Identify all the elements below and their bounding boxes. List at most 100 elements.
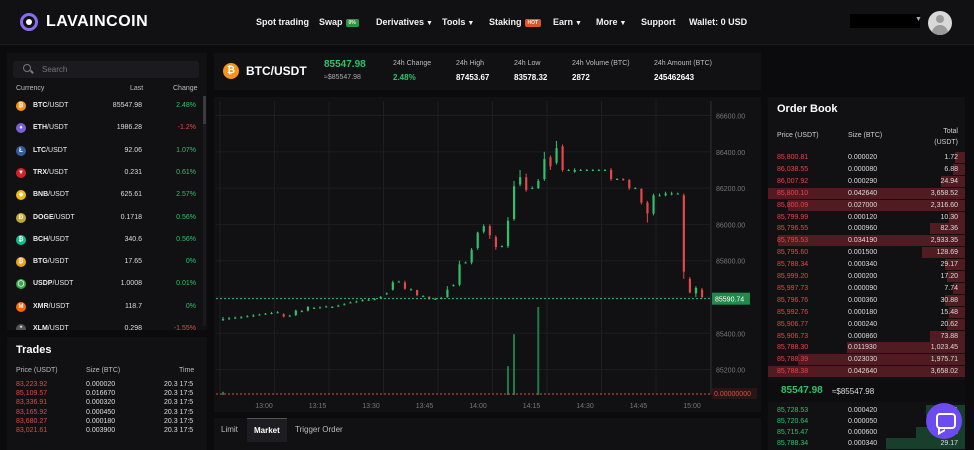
market-scrollbar[interactable]	[203, 96, 206, 326]
tab-trigger-order[interactable]: Trigger Order	[288, 418, 350, 442]
candle-body	[361, 300, 364, 302]
market-pair: BCH/USDT	[33, 236, 69, 243]
ask-row[interactable]: 85,999.20 0.000200 17.20	[768, 271, 965, 282]
candle-body	[288, 315, 291, 317]
ask-row[interactable]: 86,007.92 0.000290 24.94	[768, 175, 965, 187]
ask-size: 0.000120	[848, 213, 878, 221]
ask-row[interactable]: 85,788.34 0.000340 29.17	[768, 259, 965, 271]
market-row-usdp[interactable]: ◯ USDP/USDT 1.0008 0.01%	[7, 274, 207, 296]
tab-limit[interactable]: Limit	[214, 418, 245, 442]
pair-quote: /USDT	[46, 146, 68, 154]
ask-price: 85,992.76	[777, 308, 809, 316]
ask-row[interactable]: 85,906.77 0.000240 20.62	[768, 318, 965, 330]
ask-row[interactable]: 85,800.10 0.042640 3,658.52	[768, 187, 965, 199]
stat-label: 24h Volume (BTC)	[572, 60, 630, 67]
market-row-bnb[interactable]: ◆ BNB/USDT 625.61 2.57%	[7, 185, 207, 207]
nav-item-spot-trading[interactable]: Spot trading	[256, 17, 309, 27]
bid-row[interactable]: 85,788.34 0.000340 29.17	[768, 438, 965, 449]
market-row-xlm[interactable]: * XLM/USDT 0.298 -1.55%	[7, 319, 207, 330]
ask-price: 85,788.30	[777, 344, 809, 352]
currency-header[interactable]: Currency	[16, 85, 44, 92]
tab-market[interactable]: Market	[247, 418, 287, 442]
ask-row[interactable]: 85,992.76 0.000180 15.48	[768, 306, 965, 318]
x-tick-label: 15:00	[683, 403, 701, 410]
nav-item-derivatives[interactable]: Derivatives ▼	[376, 17, 433, 27]
brand-name[interactable]: LAVAINCOIN	[46, 13, 148, 31]
candle-body	[416, 290, 419, 296]
ask-total: 1,975.71	[930, 356, 958, 364]
market-row-btg[interactable]: ₿ BTG/USDT 17.65 0%	[7, 252, 207, 274]
trades-size-header: Size (BTC)	[86, 367, 121, 374]
ask-row[interactable]: 85,796.55 0.000960 82.36	[768, 223, 965, 235]
nav-item-more[interactable]: More ▼	[596, 17, 626, 27]
avatar[interactable]	[928, 11, 952, 35]
pair-base: LTC	[33, 146, 47, 154]
ask-total: 1.72	[944, 154, 958, 161]
market-row-btc[interactable]: ₿ BTC/USDT 85547.98 2.48%	[7, 96, 207, 118]
candle-body	[628, 179, 631, 189]
last-header[interactable]: Last	[130, 85, 143, 92]
change-header[interactable]: Change	[173, 85, 198, 92]
ask-row[interactable]: 85,795.60 0.001500 128.69	[768, 247, 965, 259]
ask-row[interactable]: 85,796.76 0.000360 30.88	[768, 294, 965, 306]
market-row-trx[interactable]: ▼ TRX/USDT 0.231 0.61%	[7, 163, 207, 185]
candle-body	[500, 246, 504, 248]
pair-title[interactable]: BTC/USDT	[246, 64, 307, 78]
chevron-down-icon[interactable]: ▼	[915, 16, 922, 23]
x-tick-label: 14:45	[630, 403, 648, 410]
candle-body	[610, 169, 613, 180]
trade-price: 83,223.92	[16, 381, 48, 388]
candle-body	[403, 282, 407, 289]
ask-row[interactable]: 85,800.09 0.027000 2,316.60	[768, 199, 965, 211]
nav-item-swap[interactable]: Swap 0%	[319, 17, 359, 27]
market-row-eth[interactable]: ♦ ETH/USDT 1986.28 -1.2%	[7, 118, 207, 140]
ask-price: 85,788.39	[777, 356, 809, 364]
market-list-panel: Search Currency Last Change ₿ BTC/USDT 855…	[7, 53, 207, 330]
market-row-doge[interactable]: Ð DOGE/USDT 0.1718 0.56%	[7, 208, 207, 230]
pair-base: BNB	[33, 191, 49, 199]
ask-row[interactable]: 85,788.39 0.023030 1,975.71	[768, 354, 965, 366]
volume-bar	[513, 334, 515, 395]
market-change: 2.57%	[176, 191, 196, 199]
nav-item-tools[interactable]: Tools ▼	[442, 17, 474, 27]
ask-row[interactable]: 85,799.99 0.000120 10.30	[768, 211, 965, 223]
ask-row[interactable]: 85,788.30 0.011930 1,023.45	[768, 342, 965, 354]
bid-size: 0.000050	[848, 418, 878, 425]
pair-quote: /USDT	[48, 191, 70, 199]
nav-item-earn[interactable]: Earn ▼	[553, 17, 582, 27]
nav-item-staking[interactable]: Staking HOT	[489, 17, 542, 27]
brand-logo-icon[interactable]	[20, 13, 38, 31]
market-row-bch[interactable]: ₿ BCH/USDT 340.6 0.56%	[7, 230, 207, 252]
candle-body	[252, 315, 255, 317]
market-last: 1986.28	[116, 124, 142, 132]
market-row-xmr[interactable]: M XMR/USDT 118.7 0%	[7, 297, 207, 319]
price-chart[interactable]: 86600.00 86400.00 86200.00 86000.00 85800.00…	[214, 97, 761, 412]
ask-row[interactable]: 85,788.38 0.042640 3,658.02	[768, 366, 965, 378]
ask-size: 0.023030	[848, 356, 878, 364]
candle-body	[446, 289, 449, 297]
caret-down-icon: ▼	[619, 20, 627, 27]
tron-icon: ▼	[16, 167, 26, 178]
ask-total: 128.69	[936, 249, 958, 257]
nav-item-wallet-0-usd[interactable]: Wallet: 0 USD	[689, 17, 747, 27]
doge-icon: Ð	[16, 212, 26, 223]
candle-body	[488, 226, 491, 236]
search-input[interactable]: Search	[13, 61, 199, 78]
ask-row[interactable]: 85,997.73 0.000090 7.74	[768, 282, 965, 294]
ask-price: 85,796.55	[777, 225, 809, 233]
ask-row[interactable]: 86,038.55 0.000080 6.88	[768, 163, 965, 175]
search-placeholder: Search	[42, 65, 68, 74]
nav-label: More	[596, 17, 618, 27]
ask-row[interactable]: 85,906.73 0.000860 73.88	[768, 330, 965, 342]
nav-item-support[interactable]: Support	[641, 17, 676, 27]
candle-body	[579, 169, 582, 171]
market-row-ltc[interactable]: Ł LTC/USDT 92.06 1.07%	[7, 141, 207, 163]
ask-row[interactable]: 85,800.81 0.000020 1.72	[768, 152, 965, 163]
ask-row[interactable]: 85,795.53 0.034190 2,933.35	[768, 235, 965, 247]
user-name-box[interactable]	[850, 14, 920, 28]
candle-body	[331, 306, 334, 308]
chat-support-icon[interactable]	[926, 403, 962, 439]
candle-body	[391, 282, 394, 290]
market-last: 17.65	[124, 258, 142, 266]
pair-base: TRX	[33, 168, 47, 176]
